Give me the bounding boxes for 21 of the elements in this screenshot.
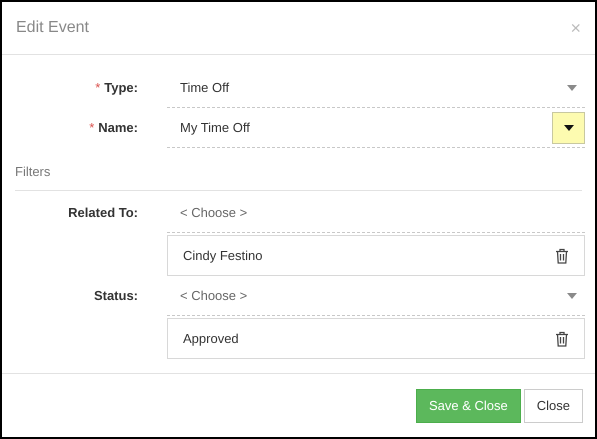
field-label: Related To: xyxy=(68,204,138,222)
item-text: Cindy Festino xyxy=(183,246,262,265)
trash-icon[interactable] xyxy=(555,330,569,346)
field-label: Status: xyxy=(94,287,138,306)
dialog-title: Edit Event xyxy=(16,18,89,38)
close-button[interactable]: Close xyxy=(524,388,583,422)
select-field[interactable]: Time Off xyxy=(167,78,230,98)
select-field[interactable]: My Time Off xyxy=(167,118,250,138)
caret-icon xyxy=(567,292,577,298)
item-text: Approved xyxy=(183,330,239,348)
required-asterisk: * xyxy=(89,119,94,138)
section-heading: Filters xyxy=(15,164,50,179)
field-label: Type: xyxy=(104,79,138,98)
field-label: Name: xyxy=(98,119,138,138)
trash-icon[interactable] xyxy=(555,248,569,264)
select-field[interactable]: < Choose > xyxy=(167,286,248,306)
select-field[interactable]: < Choose > xyxy=(167,202,248,222)
caret-icon xyxy=(567,84,577,90)
required-asterisk: * xyxy=(95,79,100,98)
dropdown-button[interactable] xyxy=(552,112,585,144)
caret-icon xyxy=(564,124,574,130)
